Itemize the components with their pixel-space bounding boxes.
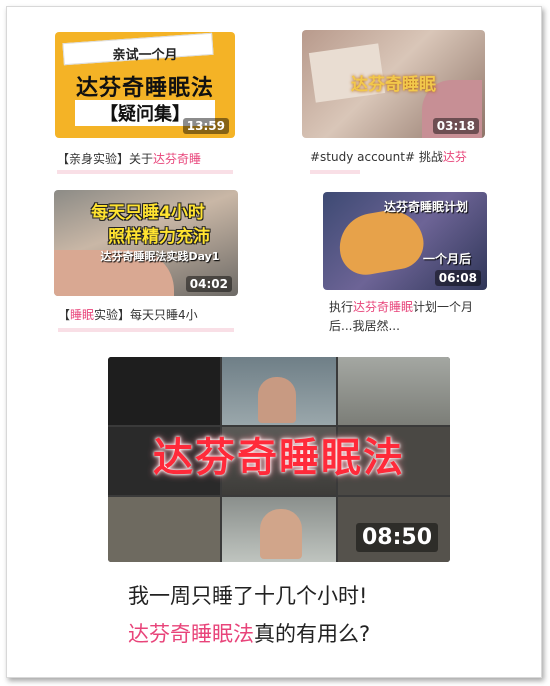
featured-video-card[interactable]: 达芬奇睡眠法 08:50 我一周只睡了十几个小时! 达芬奇睡眠法真的有用么? [108,357,450,665]
duration-badge: 03:18 [432,118,479,134]
video-thumbnail[interactable]: 亲试一个月 达芬奇睡眠法 【疑问集】 13:59 [55,32,235,138]
collage-panel [108,497,220,562]
caption-highlight: 达芬奇睡 [153,152,202,166]
person-figure [260,509,302,559]
cat-shape [334,205,428,279]
thumb-line-1: 达芬奇睡眠计划 [383,200,468,214]
caption-highlight: 达芬奇睡眠 [353,300,414,314]
caption-cutoff [310,170,360,174]
caption-highlight: 达芬 [442,150,467,164]
duration-badge: 13:59 [182,118,229,134]
thumb-title: 达芬奇睡眠 [351,75,436,95]
thumb-line-1: 每天只睡4小时 [91,203,205,223]
caption-text-rest: 实验】每天只睡4小 [94,308,198,322]
featured-caption-line-1[interactable]: 我一周只睡了十几个小时! [128,579,448,613]
caption-text: #study account# 挑战 [310,150,443,164]
caption-cutoff [58,328,234,332]
video-thumbnail[interactable]: 达芬奇睡眠 03:18 [302,30,485,138]
caption-line-2: 后...我居然... [329,319,400,333]
thumb-line-1: 亲试一个月 [112,48,178,63]
caption-cutoff [57,170,233,174]
caption-text: 【 [58,308,71,322]
video-caption[interactable]: 【亲身实验】关于达芬奇睡 [57,150,233,172]
caption-text: 执行 [329,300,354,314]
featured-caption-line-2[interactable]: 达芬奇睡眠法真的有用么? [128,617,448,651]
thumb-line-3: 达芬奇睡眠法实践Day1 [100,250,220,263]
video-caption[interactable]: #study account# 挑战达芬 [310,148,485,170]
duration-badge: 06:08 [434,270,481,286]
duration-badge: 08:50 [355,523,438,552]
caption-highlight: 达芬奇睡眠法 [128,622,254,646]
featured-overlay-title: 达芬奇睡眠法 [153,435,405,481]
caption-highlight: 睡眠 [70,308,95,322]
thumb-line-2: 达芬奇睡眠法 [75,76,214,101]
video-card-2[interactable]: 达芬奇睡眠 03:18 #study account# 挑战达芬 [302,30,485,182]
video-thumbnail[interactable]: 达芬奇睡眠计划 一个月后 06:08 [323,192,487,290]
caption-text: 【亲身实验】关于 [57,152,154,166]
video-caption[interactable]: 【睡眠实验】每天只睡4小 [58,306,238,328]
duration-badge: 04:02 [185,276,232,292]
caption-text-rest: 计划一个月 [413,300,474,314]
thumb-line-2: 一个月后 [423,252,472,266]
video-thumbnail[interactable]: 每天只睡4小时 照样精力充沛 达芬奇睡眠法实践Day1 04:02 [54,190,238,296]
person-figure [258,377,296,423]
collage-panel [108,357,220,425]
thumb-line-2: 照样精力充沛 [108,227,210,247]
video-card-1[interactable]: 亲试一个月 达芬奇睡眠法 【疑问集】 13:59 【亲身实验】关于达芬奇睡 [55,32,235,182]
collage-panel [338,357,450,425]
video-card-4[interactable]: 达芬奇睡眠计划 一个月后 06:08 执行达芬奇睡眠计划一个月 后...我居然.… [323,192,487,342]
featured-thumbnail[interactable]: 达芬奇睡眠法 08:50 [108,357,450,562]
video-card-3[interactable]: 每天只睡4小时 照样精力充沛 达芬奇睡眠法实践Day1 04:02 【睡眠实验】… [54,190,238,338]
caption-text-rest: 真的有用么? [254,622,371,646]
video-caption[interactable]: 执行达芬奇睡眠计划一个月 后...我居然... [329,298,487,340]
